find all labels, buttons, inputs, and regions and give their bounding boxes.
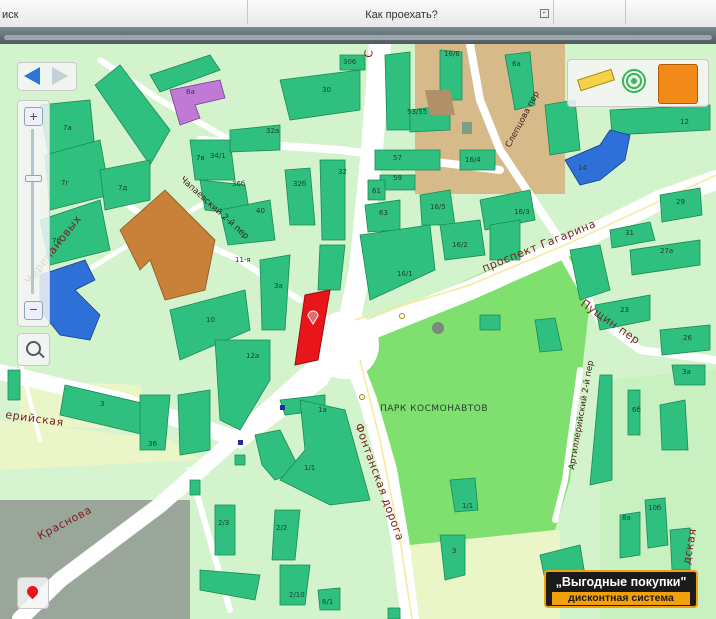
park-label: ПАРК КОСМОНАВТОВ (380, 404, 488, 414)
building-label: 1/1 (304, 464, 315, 472)
building-label: 3а (682, 368, 691, 376)
building-label: 40 (256, 207, 265, 215)
building-label: 36б (232, 180, 245, 188)
arrow-left-icon[interactable] (24, 67, 40, 85)
map-graphics: 306 30 53/55 16/6 34/1 36б 32а 8а 7а 7г … (0, 44, 716, 619)
arrow-right-icon[interactable] (52, 67, 68, 85)
building-label: 34/1 (210, 152, 226, 160)
magnifier-button[interactable] (17, 333, 50, 366)
panel-divider (0, 27, 716, 44)
building-label: 8а (186, 88, 195, 96)
building-label: 32а (266, 127, 279, 135)
building-label: 6/1 (322, 598, 333, 606)
minus-icon[interactable]: − (24, 301, 43, 320)
building-label: 16/4 (465, 156, 481, 164)
building-label: 16/3 (514, 208, 530, 216)
map-tools (567, 59, 709, 107)
expand-icon[interactable]: ⌐ (540, 9, 549, 18)
building-label: 27а (660, 247, 673, 255)
building-label: 8а (622, 514, 631, 522)
extra-tab[interactable] (625, 0, 716, 24)
zoom-control: + − (17, 100, 50, 327)
history-nav (17, 62, 77, 91)
building-label: 12а (246, 352, 259, 360)
panel-divider-handle[interactable] (4, 35, 712, 40)
building-label: 31 (625, 229, 634, 237)
building-label: 36 (148, 440, 157, 448)
map-canvas[interactable]: 306 30 53/55 16/6 34/1 36б 32а 8а 7а 7г … (0, 44, 716, 619)
building-label: 6а (512, 60, 521, 68)
route-tab-label: Как проехать? (365, 9, 438, 21)
pin-button[interactable] (17, 577, 49, 609)
building-label: 16/1 (397, 270, 413, 278)
building-label: 14 (578, 164, 587, 172)
plus-icon[interactable]: + (24, 107, 43, 126)
building-label: 59 (393, 174, 402, 182)
route-tab[interactable]: Как проехать? ⌐ (250, 0, 554, 24)
building-label: 1а (318, 406, 327, 414)
building-label: 3 (452, 547, 456, 555)
building-label: 6б (632, 406, 641, 414)
building-label: 32 (338, 168, 347, 176)
promo-title: „Выгодные покупки" (555, 575, 687, 589)
building-label: 32б (293, 180, 306, 188)
cube-3d-icon[interactable] (658, 64, 698, 104)
zoom-slider-track[interactable] (31, 129, 34, 294)
building-label: 7г (61, 179, 69, 187)
search-tab[interactable]: иск (0, 0, 248, 24)
building-label: 53/55 (407, 108, 427, 116)
building-label: 3а (274, 282, 283, 290)
building-label: 2/3 (218, 519, 229, 527)
building-label: 16/2 (452, 241, 468, 249)
top-toolbar: иск Как проехать? ⌐ (0, 0, 716, 28)
ruler-icon[interactable] (577, 68, 615, 92)
building-label: 2/10 (289, 591, 305, 599)
building-label: 61 (372, 187, 381, 195)
building-label: 10б (648, 504, 661, 512)
building-label: 10 (206, 316, 215, 324)
building-label: 7д (118, 184, 127, 192)
building-label: 29 (676, 198, 685, 206)
promo-banner[interactable]: „Выгодные покупки" дисконтная система (544, 570, 698, 608)
radar-icon[interactable] (620, 67, 648, 95)
building-label: 2/2 (276, 524, 287, 532)
building-label: 26 (683, 334, 692, 342)
building-label: 57 (393, 154, 402, 162)
building-label: 63 (379, 209, 388, 217)
building-label: 11-я (235, 256, 251, 264)
building-label: 7в (196, 154, 205, 162)
zoom-slider-handle[interactable] (25, 175, 42, 182)
building-label: 30 (322, 86, 331, 94)
building-label: 12 (680, 118, 689, 126)
building-label: 7а (63, 124, 72, 132)
building-label: 3 (100, 400, 104, 408)
street-label-edge: С (362, 49, 376, 58)
search-tab-label: иск (2, 9, 19, 21)
building-label: 306 (343, 58, 357, 66)
map-pin-icon (24, 583, 41, 600)
promo-subtitle: дисконтная система (552, 592, 690, 605)
building-label: 16/5 (430, 203, 446, 211)
building-3d-dark (425, 90, 455, 115)
building-label: 16/6 (444, 50, 460, 58)
magnifier-handle (38, 351, 45, 359)
building-label: 23 (620, 306, 629, 314)
building-label: 1/1 (462, 502, 473, 510)
